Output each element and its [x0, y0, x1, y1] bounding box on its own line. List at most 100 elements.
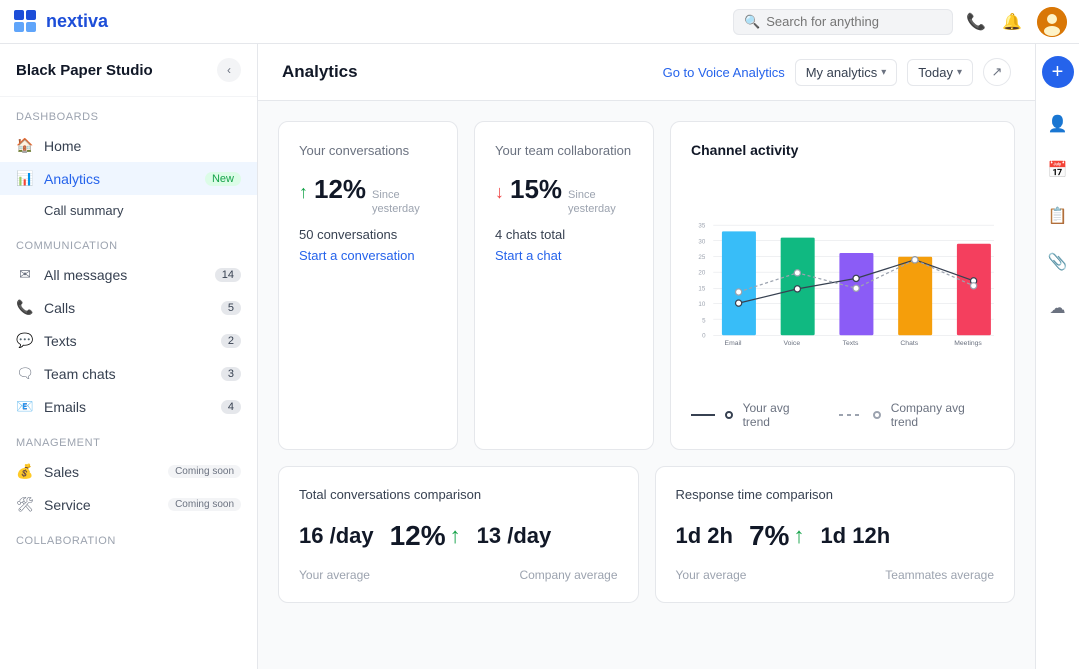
add-button[interactable]: +	[1042, 56, 1074, 88]
up-arrow-icon: ↑	[299, 182, 308, 203]
your-trend-line	[691, 414, 715, 416]
right-rail: + 👤 📅 📋 📎 ☁	[1035, 44, 1079, 669]
person-icon[interactable]: 👤	[1044, 110, 1072, 138]
team-collaboration-card: Your team collaboration ↓ 15% Sinceyeste…	[474, 121, 654, 450]
teammates-avg-block: 1d 12h	[820, 523, 890, 549]
sidebar: Black Paper Studio ‹ Dashboards 🏠 Home 📊…	[0, 44, 258, 669]
sidebar-item-analytics[interactable]: 📊 Analytics New	[0, 162, 257, 195]
sidebar-item-label: Home	[44, 138, 241, 154]
up-arrow-icon: ↑	[793, 523, 804, 549]
your-avg-value: 16 /day	[299, 523, 374, 549]
emails-icon: 📧	[16, 398, 34, 415]
nextiva-logo	[12, 8, 40, 36]
avatar[interactable]	[1037, 7, 1067, 37]
channel-activity-chart: 0 5 10 15 20 25 30 35	[691, 174, 994, 384]
svg-text:15: 15	[698, 286, 705, 293]
svg-text:Meetings: Meetings	[954, 340, 982, 347]
total-conversations-card: Total conversations comparison 16 /day 1…	[278, 466, 639, 603]
sidebar-item-home[interactable]: 🏠 Home	[0, 129, 257, 162]
your-trend-label: Your avg trend	[743, 401, 820, 429]
sidebar-item-service[interactable]: 🛠 Service Coming soon	[0, 488, 257, 521]
service-icon: 🛠	[16, 496, 34, 513]
response-percent: 7%	[749, 520, 789, 552]
team-chats-icon: 🗨	[16, 365, 34, 382]
conversations-card: Your conversations ↑ 12% Sinceyesterday …	[278, 121, 458, 450]
company-avg-block: 13 /day	[477, 523, 552, 549]
your-avg-response-block: 1d 2h	[676, 523, 733, 549]
sidebar-item-label: Team chats	[44, 366, 211, 382]
new-badge: New	[205, 172, 241, 186]
sidebar-item-label: Service	[44, 497, 158, 513]
team-card-title: Your team collaboration	[495, 142, 633, 160]
conversations-count: 50 conversations	[299, 227, 437, 242]
your-trend-dot	[725, 411, 733, 419]
sidebar-item-label: All messages	[44, 267, 205, 283]
phone-icon[interactable]: 📞	[965, 11, 987, 33]
search-box[interactable]: 🔍	[733, 9, 953, 35]
bottom-row: Total conversations comparison 16 /day 1…	[278, 466, 1015, 603]
response-percent-block: 7% ↑	[749, 520, 804, 552]
svg-text:5: 5	[702, 317, 706, 324]
sidebar-item-team-chats[interactable]: 🗨 Team chats 3	[0, 357, 257, 390]
svg-text:35: 35	[698, 223, 705, 230]
badge-count: 3	[221, 367, 241, 381]
sidebar-item-label: Call summary	[44, 203, 241, 218]
search-icon: 🔍	[744, 14, 760, 30]
svg-text:30: 30	[698, 239, 705, 246]
badge-count: 14	[215, 268, 241, 282]
analytics-icon: 📊	[16, 170, 34, 187]
my-analytics-dropdown[interactable]: My analytics ▾	[795, 59, 898, 86]
team-stat-value: ↓ 15% Sinceyesterday	[495, 174, 633, 217]
notifications-icon[interactable]: 🔔	[1001, 11, 1023, 33]
page-title: Analytics	[282, 62, 647, 82]
search-input[interactable]	[766, 14, 942, 29]
comparison-percent: 12%	[390, 520, 446, 552]
main-content: Analytics Go to Voice Analytics My analy…	[258, 44, 1035, 669]
conversations-card-title: Your conversations	[299, 142, 437, 160]
sidebar-item-sales[interactable]: 💰 Sales Coming soon	[0, 455, 257, 488]
company-trend-label: Company avg trend	[891, 401, 994, 429]
logo: nextiva	[12, 8, 108, 36]
voice-analytics-link[interactable]: Go to Voice Analytics	[663, 65, 785, 80]
start-conversation-link[interactable]: Start a conversation	[299, 248, 437, 263]
teammates-avg-value: 1d 12h	[820, 523, 890, 549]
top-navigation: nextiva 🔍 📞 🔔	[0, 0, 1079, 44]
sidebar-item-label: Texts	[44, 333, 211, 349]
sidebar-item-label: Calls	[44, 300, 211, 316]
sidebar-item-all-messages[interactable]: ✉ All messages 14	[0, 258, 257, 291]
chevron-down-icon: ▾	[881, 67, 886, 78]
calendar-icon[interactable]: 📅	[1044, 156, 1072, 184]
sidebar-item-calls[interactable]: 📞 Calls 5	[0, 291, 257, 324]
up-arrow-icon: ↑	[450, 523, 461, 549]
company-trend-line	[839, 414, 863, 416]
cloud-icon[interactable]: ☁	[1044, 294, 1072, 322]
header-actions: Go to Voice Analytics My analytics ▾ Tod…	[663, 58, 1011, 86]
messages-icon: ✉	[16, 266, 34, 283]
today-dropdown[interactable]: Today ▾	[907, 59, 973, 86]
sidebar-collapse-button[interactable]: ‹	[217, 58, 241, 82]
workspace-name: Black Paper Studio	[16, 62, 153, 79]
svg-text:25: 25	[698, 254, 705, 261]
section-label-management: Management	[0, 423, 257, 455]
svg-text:Email: Email	[725, 340, 742, 347]
badge-count: 5	[221, 301, 241, 315]
sidebar-item-texts[interactable]: 💬 Texts 2	[0, 324, 257, 357]
response-labels: Your average Teammates average	[676, 560, 995, 582]
comparison-labels: Your average Company average	[299, 560, 618, 582]
coming-soon-badge: Coming soon	[168, 498, 241, 511]
your-avg-label: Your average	[299, 568, 370, 582]
svg-text:20: 20	[698, 270, 705, 277]
start-chat-link[interactable]: Start a chat	[495, 248, 633, 263]
chart-area: 0 5 10 15 20 25 30 35	[691, 174, 994, 389]
content-body: Your conversations ↑ 12% Sinceyesterday …	[258, 101, 1035, 623]
coming-soon-badge: Coming soon	[168, 465, 241, 478]
clip-icon[interactable]: 📎	[1044, 248, 1072, 276]
chart-title: Channel activity	[691, 142, 994, 158]
sidebar-item-emails[interactable]: 📧 Emails 4	[0, 390, 257, 423]
list-icon[interactable]: 📋	[1044, 202, 1072, 230]
svg-text:Chats: Chats	[900, 340, 918, 347]
sidebar-item-call-summary[interactable]: Call summary	[0, 195, 257, 226]
share-button[interactable]: ↗	[983, 58, 1011, 86]
logo-text: nextiva	[46, 11, 108, 32]
section-label-collaboration: Collaboration	[0, 521, 257, 553]
